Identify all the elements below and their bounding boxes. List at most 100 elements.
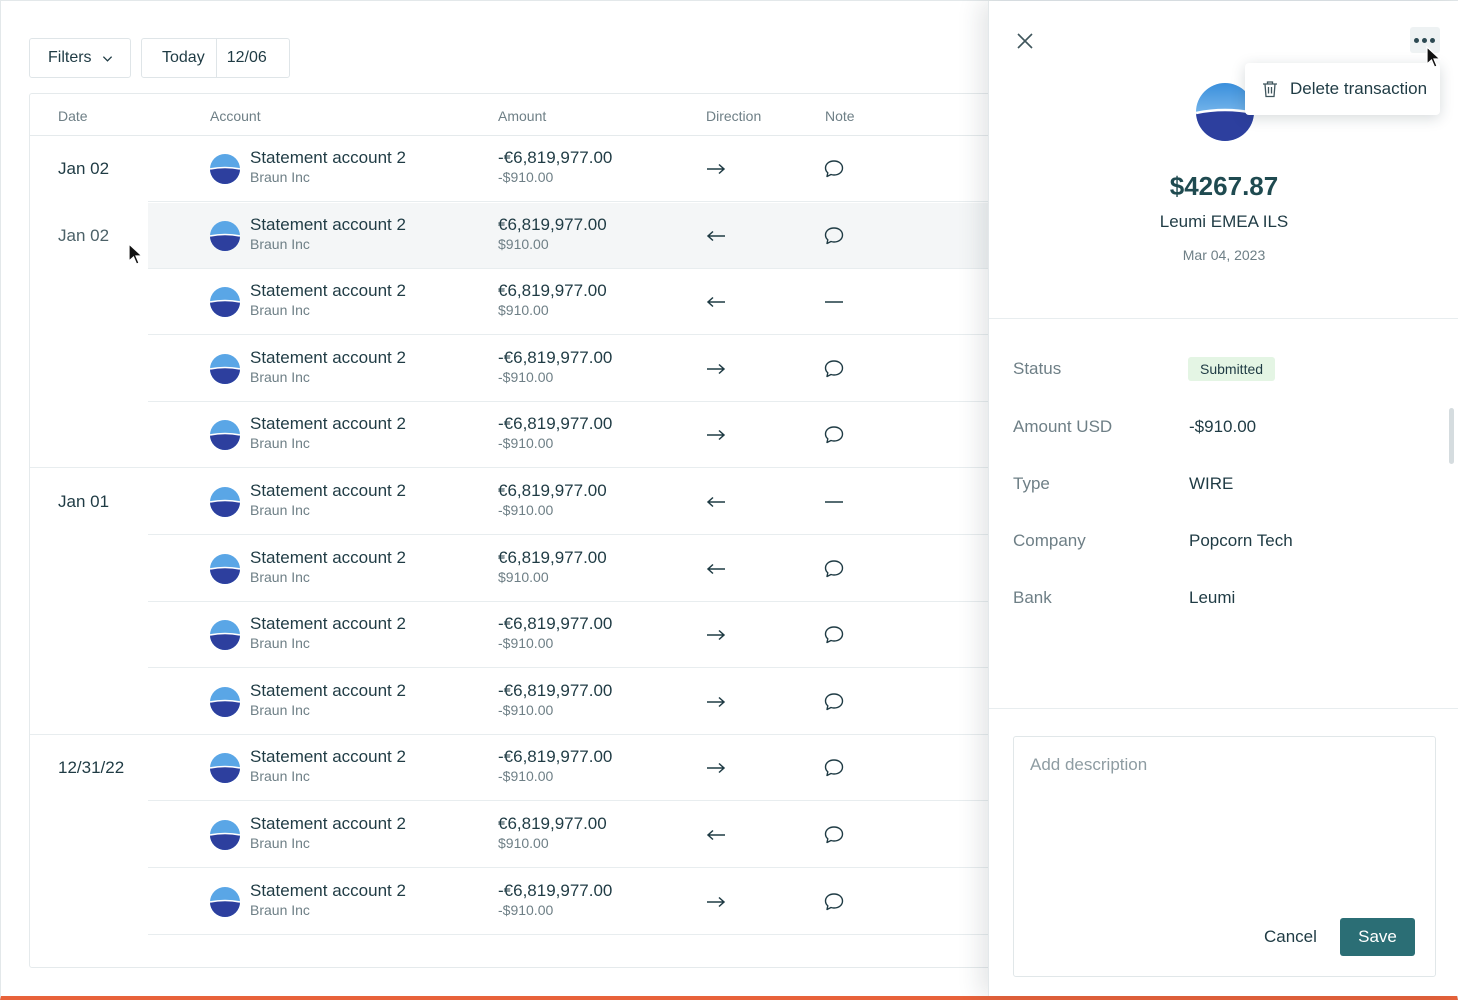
dash-icon — [825, 301, 843, 303]
date-cell — [30, 336, 148, 402]
date-cell — [30, 802, 148, 868]
company-name: Braun Inc — [250, 502, 310, 518]
amount-usd: -$910.00 — [498, 901, 554, 918]
comment-icon[interactable] — [823, 225, 845, 247]
bank-logo-icon — [210, 620, 240, 651]
comment-icon[interactable] — [823, 558, 845, 580]
arrow-left-icon — [706, 829, 725, 841]
date-cell: Jan 02 — [30, 202, 148, 269]
date-input[interactable]: 12/06 — [217, 39, 289, 77]
company-name: Braun Inc — [250, 635, 310, 652]
account-cell: Statement account 2 Braun Inc — [250, 481, 406, 519]
amount-cell: -€6,819,977.00 -$910.00 — [498, 747, 612, 785]
today-button[interactable]: Today — [142, 39, 217, 77]
amount-cell: €6,819,977.00 $910.00 — [498, 215, 607, 253]
bank-logo-icon — [210, 487, 240, 517]
account-cell: Statement account 2 Braun Inc — [250, 747, 406, 785]
bank-logo-icon — [210, 886, 240, 917]
description-input[interactable] — [1030, 755, 1410, 775]
table-row[interactable]: 12/31/22 Statement account 2 Braun Inc -€6,… — [30, 735, 1038, 802]
row-date: Jan 01 — [58, 492, 110, 511]
comment-icon[interactable] — [823, 891, 845, 913]
account-name: Statement account 2 — [250, 214, 406, 234]
amount-cell: -€6,819,977.00 -$910.00 — [498, 681, 612, 719]
panel-scrollbar[interactable] — [1449, 408, 1454, 464]
company-name: Braun Inc — [250, 568, 310, 585]
account-cell: Statement account 2 Braun Inc — [250, 614, 406, 652]
filters-button[interactable]: Filters — [29, 38, 131, 78]
amount-value: -€6,819,977.00 — [498, 148, 613, 167]
comment-icon[interactable] — [823, 757, 845, 779]
table-row[interactable]: Statement account 2 Braun Inc €6,819,977.0… — [30, 269, 1038, 336]
comment-icon[interactable] — [823, 624, 845, 646]
account-name: Statement account 2 — [250, 414, 406, 434]
table-row[interactable]: Jan 02 Statement account 2 Braun Inc €6,819… — [30, 202, 1038, 269]
amount-usd-label: Amount USD — [1013, 417, 1113, 436]
account-name: Statement account 2 — [250, 614, 406, 634]
date-cell: Jan 02 — [30, 136, 148, 202]
company-name: Braun Inc — [250, 901, 310, 918]
company-label: Company — [1013, 531, 1086, 550]
toolbar: Filters Today 12/06 — [29, 38, 290, 78]
arrow-left-icon — [706, 230, 725, 241]
arrow-right-icon — [707, 163, 726, 175]
arrow-right-icon — [707, 363, 726, 374]
date-cell — [30, 536, 148, 602]
amount-cell: €6,819,977.00 $910.00 — [498, 548, 607, 586]
account-name: Statement account 2 — [250, 814, 406, 833]
account-name: Statement account 2 — [250, 547, 406, 567]
row-date: 12/31/22 — [58, 758, 125, 778]
bank-logo-icon — [210, 353, 240, 384]
account-name: Statement account 2 — [250, 148, 406, 167]
bank-logo-icon — [210, 686, 240, 717]
table-row[interactable]: Jan 01 Statement account 2 Braun Inc €6,819… — [30, 469, 1038, 535]
bank-logo-icon — [210, 420, 240, 451]
amount-value: -€6,819,977.00 — [498, 614, 613, 634]
arrow-right-icon — [707, 696, 726, 707]
divider — [989, 318, 1458, 319]
company-name: Braun Inc — [250, 169, 310, 185]
table-row[interactable]: Statement account 2 Braun Inc -€6,819,977.… — [30, 669, 1038, 735]
amount-usd: $910.00 — [498, 302, 549, 319]
bank-logo-icon — [210, 753, 240, 784]
header-amount[interactable]: Amount — [498, 108, 546, 124]
amount-usd: -$910.00 — [498, 502, 554, 518]
bank-logo-icon — [210, 287, 240, 318]
table-row[interactable]: Statement account 2 Braun Inc -€6,819,977.… — [30, 402, 1038, 469]
amount-value: €6,819,977.00 — [498, 281, 607, 301]
header-direction[interactable]: Direction — [706, 108, 761, 124]
comment-icon[interactable] — [823, 358, 845, 380]
account-name: Statement account 2 — [250, 880, 406, 900]
company-name: Braun Inc — [250, 368, 310, 385]
table-row[interactable]: Statement account 2 Braun Inc -€6,819,977.… — [30, 869, 1038, 935]
date-cell — [30, 402, 148, 468]
amount-value: €6,819,977.00 — [498, 481, 607, 500]
company-value: Popcorn Tech — [1189, 531, 1293, 550]
company-name: Braun Inc — [250, 435, 310, 452]
close-icon[interactable] — [1013, 29, 1037, 53]
amount-cell: -€6,819,977.00 -$910.00 — [498, 148, 612, 186]
arrow-left-icon — [706, 563, 725, 574]
comment-icon[interactable] — [823, 158, 845, 180]
header-note[interactable]: Note — [825, 108, 855, 124]
chevron-down-icon — [102, 55, 112, 62]
header-account[interactable]: Account — [210, 108, 261, 124]
table-row[interactable]: Jan 02 Statement account 2 Braun Inc -€6,81… — [30, 136, 1038, 202]
table-row[interactable]: Statement account 2 Braun Inc €6,819,977.0… — [30, 802, 1038, 868]
row-date: Jan 02 — [58, 225, 110, 245]
more-options-button[interactable] — [1410, 27, 1440, 53]
table-row[interactable]: Statement account 2 Braun Inc €6,819,977.0… — [30, 536, 1038, 602]
comment-icon[interactable] — [823, 691, 845, 713]
amount-usd: -$910.00 — [498, 635, 554, 652]
comment-icon[interactable] — [823, 424, 845, 446]
date-cell — [30, 269, 148, 335]
table-row[interactable]: Statement account 2 Braun Inc -€6,819,977.… — [30, 602, 1038, 669]
company-name: Braun Inc — [250, 302, 310, 319]
cancel-button[interactable]: Cancel — [1264, 927, 1317, 947]
table-row[interactable]: Statement account 2 Braun Inc -€6,819,977.… — [30, 336, 1038, 402]
header-date[interactable]: Date — [58, 108, 88, 124]
delete-transaction-menu-item[interactable]: Delete transaction — [1245, 63, 1440, 115]
save-button[interactable]: Save — [1340, 918, 1415, 956]
delete-transaction-label: Delete transaction — [1290, 79, 1428, 98]
comment-icon[interactable] — [823, 824, 845, 846]
